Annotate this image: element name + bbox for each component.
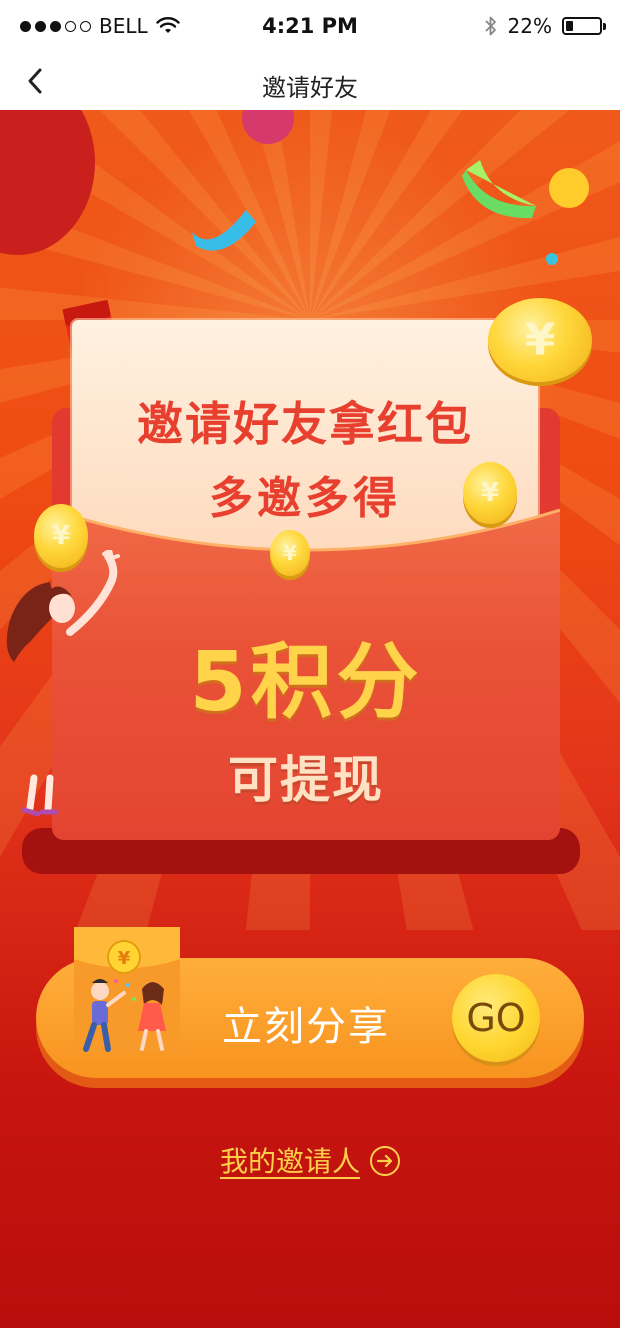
yellow-circle-decoration xyxy=(549,168,589,208)
battery-level xyxy=(566,21,573,31)
card-title: 邀请好友拿红包 xyxy=(137,397,473,451)
coin-symbol: ¥ xyxy=(51,521,71,551)
blue-confetti-icon xyxy=(192,210,256,251)
status-right: 22% xyxy=(484,14,606,38)
nav-bar: 邀请好友 xyxy=(0,54,620,110)
blue-dot-decoration xyxy=(546,253,558,265)
my-inviter-link[interactable]: 我的邀请人 xyxy=(0,1140,620,1180)
coin-symbol: ¥ xyxy=(283,541,297,565)
battery-icon xyxy=(562,17,606,35)
status-bar: BELL 4:21 PM 22% xyxy=(0,0,620,54)
go-button[interactable]: GO xyxy=(452,974,540,1062)
my-inviter-label: 我的邀请人 xyxy=(219,1145,360,1178)
invite-hero: ¥ 邀请好友拿红包 多邀多得 5积分 可提现 ¥ ¥ ¥ ¥ 立刻分享 GO xyxy=(0,110,620,1328)
share-now-label: 立刻分享 xyxy=(222,1004,390,1050)
coin-symbol: ¥ xyxy=(480,478,500,508)
coin-symbol: ¥ xyxy=(524,314,556,366)
bluetooth-icon xyxy=(484,16,496,36)
battery-percent: 22% xyxy=(507,14,552,38)
coin-icon: ¥ xyxy=(463,462,517,524)
coin-icon-small: ¥ xyxy=(270,530,310,576)
green-confetti-icon xyxy=(462,160,536,219)
arrow-right-circle-icon xyxy=(370,1146,400,1176)
dancing-couple-illustration: ¥ xyxy=(74,927,180,1053)
waving-girl-illustration xyxy=(6,550,120,817)
go-label: GO xyxy=(466,996,526,1040)
coin-icon-large: ¥ xyxy=(488,298,592,382)
page-title: 邀请好友 xyxy=(262,74,358,102)
illustration-coin-symbol: ¥ xyxy=(118,948,131,969)
